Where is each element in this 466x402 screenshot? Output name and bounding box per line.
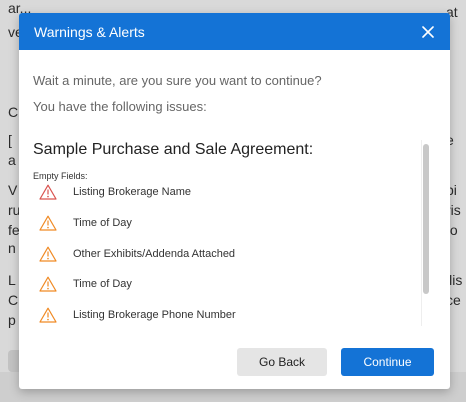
scrollbar-thumb[interactable] [423, 144, 429, 294]
issue-item: Listing Brokerage Phone Number [39, 303, 236, 327]
warning-triangle-icon [39, 246, 57, 262]
issue-item: Other Exhibits/Addenda Attached [39, 242, 235, 266]
dialog-header: Warnings & Alerts [19, 13, 450, 50]
warning-triangle-icon [39, 307, 57, 323]
issue-label: Listing Brokerage Name [73, 186, 192, 198]
issue-label: Listing Brokerage Phone Number [73, 309, 236, 321]
error-triangle-icon [39, 184, 57, 200]
confirm-message: Wait a minute, are you sure you want to … [33, 73, 322, 88]
go-back-button[interactable]: Go Back [237, 348, 327, 376]
issues-scroll-area[interactable]: Sample Purchase and Sale Agreement: Empt… [33, 135, 433, 327]
issue-label: Time of Day [73, 278, 132, 290]
issue-item: Time of Day [39, 211, 132, 235]
issue-item: Listing Brokerage Name [39, 180, 191, 204]
warning-triangle-icon [39, 276, 57, 292]
close-icon [422, 25, 434, 38]
warnings-dialog: Warnings & Alerts Wait a minute, are you… [19, 13, 450, 389]
document-title: Sample Purchase and Sale Agreement: [33, 141, 314, 158]
issue-item: Time of Day [39, 272, 132, 296]
warning-triangle-icon [39, 215, 57, 231]
continue-button[interactable]: Continue [341, 348, 434, 376]
issue-label: Other Exhibits/Addenda Attached [73, 248, 236, 260]
issue-label: Time of Day [73, 217, 132, 229]
dialog-title: Warnings & Alerts [34, 23, 145, 40]
issues-heading: You have the following issues: [33, 99, 207, 114]
close-button[interactable] [418, 22, 438, 42]
scrollbar[interactable] [421, 140, 432, 326]
